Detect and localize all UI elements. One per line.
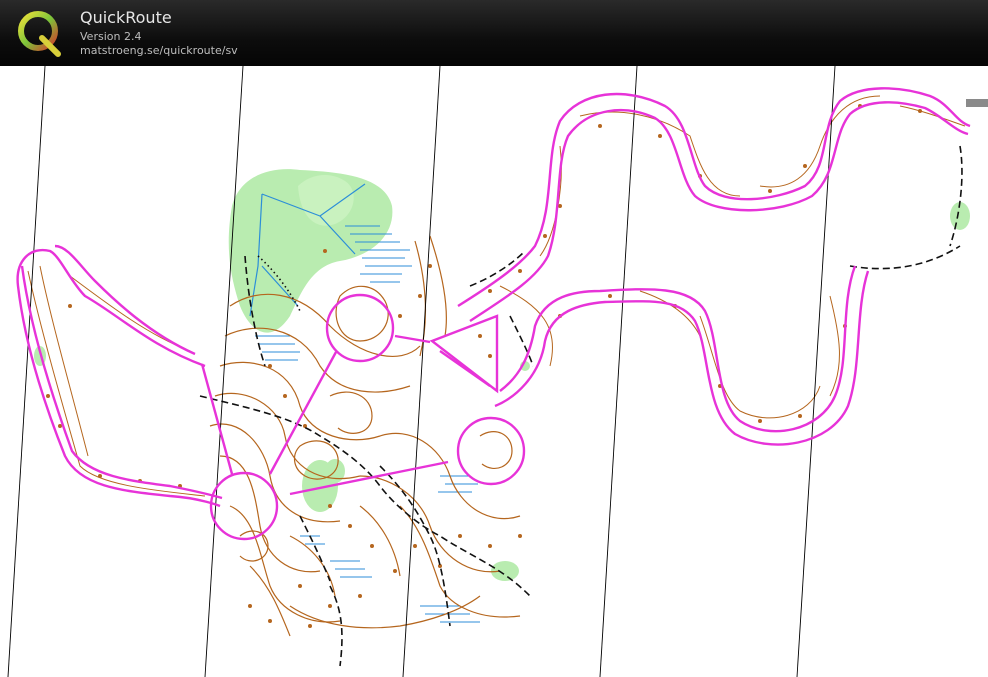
control-circle-1[interactable]: [325, 293, 395, 363]
orienteering-map[interactable]: [0, 66, 988, 677]
control-circle-3[interactable]: [456, 416, 526, 486]
app-url[interactable]: matstroeng.se/quickroute/sv: [80, 44, 238, 57]
app-version: Version 2.4: [80, 30, 142, 43]
leg-line-1: [200, 363, 234, 475]
knoll-dots: [46, 104, 922, 628]
leg-line-4: [394, 334, 431, 344]
corridor-snake-lower: [499, 265, 857, 433]
leg-line-5: [439, 350, 491, 387]
leg-line-2: [268, 351, 338, 475]
north-lines: [7, 66, 836, 677]
quickroute-q-logo-icon: [18, 11, 61, 57]
course-overprint: [16, 87, 971, 541]
map-canvas[interactable]: [0, 66, 988, 677]
control-circle-2[interactable]: [209, 471, 279, 541]
corridor-contours: [27, 95, 966, 497]
corridor-left-inner: [54, 244, 196, 356]
app-header: QuickRoute Version 2.4 matstroeng.se/qui…: [0, 0, 988, 67]
app-title: QuickRoute: [80, 8, 172, 27]
road-end: [966, 99, 988, 107]
